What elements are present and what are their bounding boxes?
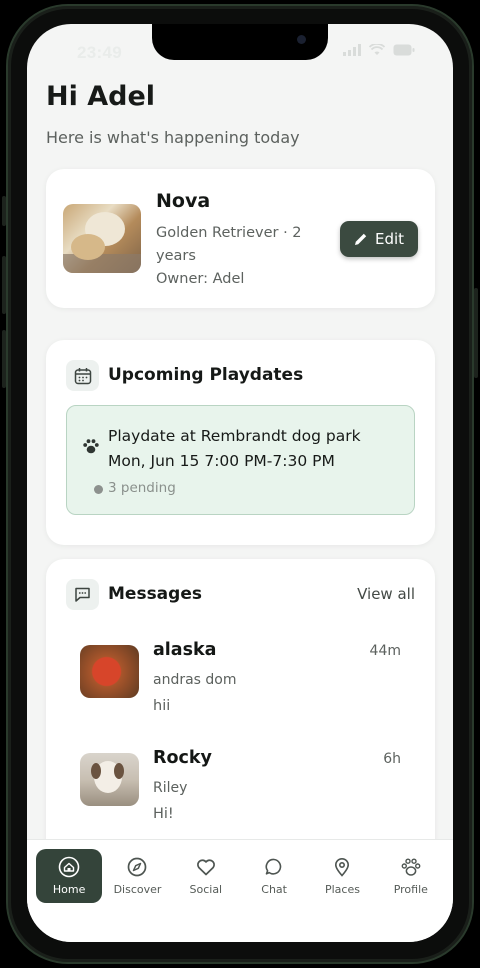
nav-places-label: Places xyxy=(324,882,360,896)
compass-icon xyxy=(128,857,147,876)
chat-icon xyxy=(265,858,282,875)
nav-discover[interactable]: Discover xyxy=(104,849,170,903)
pet-name: Nova xyxy=(156,190,211,212)
phone-power-button xyxy=(474,288,478,378)
message-owner: Riley xyxy=(153,780,188,796)
message-sender: Rocky xyxy=(153,748,212,768)
message-sender: alaska xyxy=(153,640,217,660)
signal-icon xyxy=(343,44,361,56)
pet-card[interactable]: Nova Golden Retriever · 2 years Owner: A… xyxy=(46,169,435,308)
message-time: 6h xyxy=(383,751,401,767)
paw-icon xyxy=(83,439,99,454)
nav-places[interactable]: Places xyxy=(309,849,375,903)
message-icon-box xyxy=(66,579,99,610)
message-preview: hii xyxy=(153,698,171,714)
home-indicator-area xyxy=(27,911,453,942)
nav-profile-label: Profile xyxy=(393,882,428,896)
wifi-icon xyxy=(369,44,385,55)
nav-home-label: Home xyxy=(52,882,86,896)
nav-profile[interactable]: Profile xyxy=(378,849,444,903)
playdate-item[interactable]: Playdate at Rembrandt dog park Mon, Jun … xyxy=(66,405,415,515)
pet-owner: Owner: Adel xyxy=(156,271,245,287)
app-screen: 23:49 Hi Adel Here is what's happening t… xyxy=(27,24,453,942)
pencil-icon xyxy=(354,233,367,245)
status-icons xyxy=(343,44,415,56)
battery-icon xyxy=(393,44,415,56)
view-all-link[interactable]: View all xyxy=(357,585,415,603)
page-title: Hi Adel xyxy=(46,81,156,112)
edit-pet-button[interactable]: Edit xyxy=(340,221,418,257)
playdate-status: 3 pending xyxy=(108,480,176,496)
edit-pet-label: Edit xyxy=(374,230,405,248)
nav-social-label: Social xyxy=(189,882,223,896)
avatar xyxy=(80,645,139,698)
messages-card: Messages View all alaska andras dom hii … xyxy=(46,559,435,879)
camera-icon xyxy=(297,35,306,44)
message-row[interactable]: alaska andras dom hii 44m xyxy=(46,631,435,721)
playdates-title: Upcoming Playdates xyxy=(108,365,304,385)
playdate-title: Playdate at Rembrandt dog park xyxy=(108,427,361,445)
playdates-card: Upcoming Playdates Playdate at Rembrandt… xyxy=(46,340,435,545)
paw-icon xyxy=(401,857,421,876)
nav-chat[interactable]: Chat xyxy=(241,849,307,903)
message-row[interactable]: Rocky Riley Hi! 6h xyxy=(46,739,435,829)
home-icon xyxy=(58,856,80,877)
playdate-text: Playdate at Rembrandt dog park Mon, Jun … xyxy=(108,424,408,474)
message-time: 44m xyxy=(369,643,401,659)
dynamic-notch xyxy=(152,24,328,60)
nav-discover-label: Discover xyxy=(113,882,162,896)
message-preview: Hi! xyxy=(153,806,174,822)
avatar xyxy=(80,753,139,806)
messages-title: Messages xyxy=(108,584,202,604)
calendar-icon xyxy=(74,367,91,384)
page-subtitle: Here is what's happening today xyxy=(46,128,300,147)
status-time: 23:49 xyxy=(77,43,122,62)
nav-social[interactable]: Social xyxy=(173,849,239,903)
pending-status-dot xyxy=(94,485,103,494)
nav-home[interactable]: Home xyxy=(36,848,103,903)
heart-icon xyxy=(196,858,215,875)
calendar-icon-box xyxy=(66,360,99,391)
bottom-nav: Home Discover Social Chat Places Profile xyxy=(27,839,453,911)
message-owner: andras dom xyxy=(153,672,237,688)
playdate-time: Mon, Jun 15 7:00 PM-7:30 PM xyxy=(108,452,335,470)
pet-photo xyxy=(63,204,141,273)
message-icon xyxy=(75,587,90,602)
nav-chat-label: Chat xyxy=(261,882,287,896)
pet-breed: Golden Retriever · 2 years xyxy=(156,225,302,264)
map-pin-icon xyxy=(335,857,350,877)
